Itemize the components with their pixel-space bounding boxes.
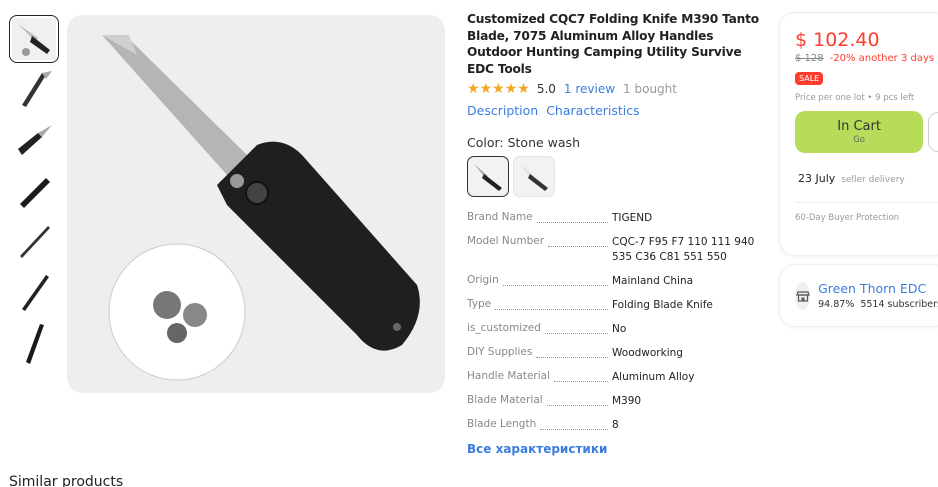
spec-row: Type Folding Blade Knife — [467, 298, 757, 313]
spec-key: Handle Material — [467, 370, 551, 382]
thumbnail-3[interactable] — [9, 116, 59, 165]
star-icon: ★ — [517, 81, 530, 97]
all-characteristics-link[interactable]: Все характеристики — [467, 442, 767, 456]
thumbnail-6[interactable] — [9, 267, 59, 316]
spec-row: Brand Name TIGEND — [467, 211, 757, 226]
spec-key: DIY Supplies — [467, 346, 533, 358]
spec-value: Folding Blade Knife — [612, 299, 713, 311]
spec-row: DIY Supplies Woodworking — [467, 346, 757, 361]
seller-subscribers: 5514 subscribers — [860, 299, 938, 310]
color-swatch-stone-wash[interactable] — [467, 156, 509, 197]
store-icon — [795, 281, 811, 310]
thumbnail-2[interactable] — [9, 65, 59, 114]
star-icon: ★ — [492, 81, 505, 97]
sale-badge: SALE — [795, 72, 824, 85]
star-icon: ★ — [504, 81, 518, 97]
color-swatches — [467, 156, 767, 197]
rating-value: 5.0 — [536, 82, 556, 96]
product-title: Customized CQC7 Folding Knife M390 Tanto… — [467, 12, 759, 76]
spec-value: Aluminum Alloy — [612, 371, 695, 383]
seller-positive: 94.87% — [818, 299, 855, 310]
seller-box[interactable]: Green Thorn EDC 94.87% 5514 subscribers — [779, 264, 938, 327]
characteristics-link[interactable]: Characteristics — [546, 103, 639, 118]
seller-name[interactable]: Green Thorn EDC — [818, 281, 938, 296]
color-label: Color: Stone wash — [467, 135, 580, 150]
spec-key: Origin — [467, 274, 499, 286]
spec-row: Blade Length 8 — [467, 418, 757, 433]
cart-row: In Cart Go — [795, 111, 938, 153]
spec-key: Blade Length — [467, 418, 537, 430]
spec-key: Model Number — [467, 235, 545, 247]
cart-sublabel: Go — [853, 135, 866, 145]
spec-value: TIGEND — [612, 212, 653, 224]
spec-row: Model Number CQC-7 F95 F7 110 111 940 53… — [467, 235, 757, 265]
reviews-link[interactable]: 1 review — [564, 82, 615, 96]
seller-stats: 94.87% 5514 subscribers — [818, 299, 938, 310]
spec-row: Origin Mainland China — [467, 274, 757, 289]
thumbnail-7[interactable] — [9, 318, 59, 367]
rating-stars: ★ ★ ★ ★ ★ — [467, 82, 530, 96]
thumbnail-list — [9, 15, 59, 369]
thumbnail-5[interactable] — [9, 217, 59, 266]
buy-box: $ 102.40 $ 128 -20% another 3 days SALE … — [779, 12, 938, 256]
spec-row: is_customized No — [467, 322, 757, 337]
description-link[interactable]: Description — [467, 103, 538, 118]
star-icon: ★ — [467, 81, 480, 97]
spec-key: Brand Name — [467, 211, 533, 223]
buyer-protection: 60-Day Buyer Protection — [795, 213, 900, 223]
delivery-date: 23 July — [798, 172, 836, 185]
spec-value: Mainland China — [612, 275, 694, 287]
in-cart-button[interactable]: In Cart Go — [795, 111, 924, 153]
divider — [795, 202, 938, 203]
delivery-note: seller delivery — [841, 175, 905, 185]
spec-value: M390 — [612, 395, 642, 407]
product-info: Customized CQC7 Folding Knife M390 Tanto… — [467, 11, 767, 456]
similar-products-heading: Similar products — [9, 474, 124, 487]
spec-row: Handle Material Aluminum Alloy — [467, 370, 757, 385]
spec-value: 8 — [612, 419, 619, 431]
delivery-info: 23 July seller delivery — [795, 172, 938, 185]
thumbnail-1[interactable] — [9, 15, 59, 63]
discount-text: -20% another 3 days — [829, 53, 935, 64]
rating-row: ★ ★ ★ ★ ★ 5.0 1 review 1 bought — [467, 81, 767, 97]
star-icon: ★ — [479, 81, 493, 97]
spec-value: CQC-7 F95 F7 110 111 940 535 C36 C81 551… — [612, 236, 755, 263]
color-swatch-2[interactable] — [513, 156, 555, 197]
spec-row: Blade Material M390 — [467, 394, 757, 409]
per-lot-text: Price per one lot • 9 pcs left — [795, 93, 915, 103]
thumbnail-4[interactable] — [9, 166, 59, 215]
wishlist-button[interactable] — [928, 112, 938, 152]
old-price: $ 128 — [795, 53, 824, 64]
specifications: Brand Name TIGEND Model Number CQC-7 F95… — [467, 211, 757, 433]
price: $ 102.40 — [795, 29, 880, 51]
cart-label: In Cart — [837, 119, 881, 134]
spec-key: Type — [467, 298, 492, 310]
price-details: $ 128 -20% another 3 days — [795, 53, 938, 64]
spec-key: Blade Material — [467, 394, 543, 406]
spec-value: Woodworking — [612, 347, 683, 359]
spec-value: No — [612, 323, 627, 335]
spec-key: is_customized — [467, 322, 541, 334]
main-product-image[interactable] — [67, 15, 445, 393]
section-links: Description Characteristics — [467, 103, 767, 118]
seller-info: Green Thorn EDC 94.87% 5514 subscribers — [818, 281, 938, 310]
bought-count: 1 bought — [623, 82, 677, 96]
